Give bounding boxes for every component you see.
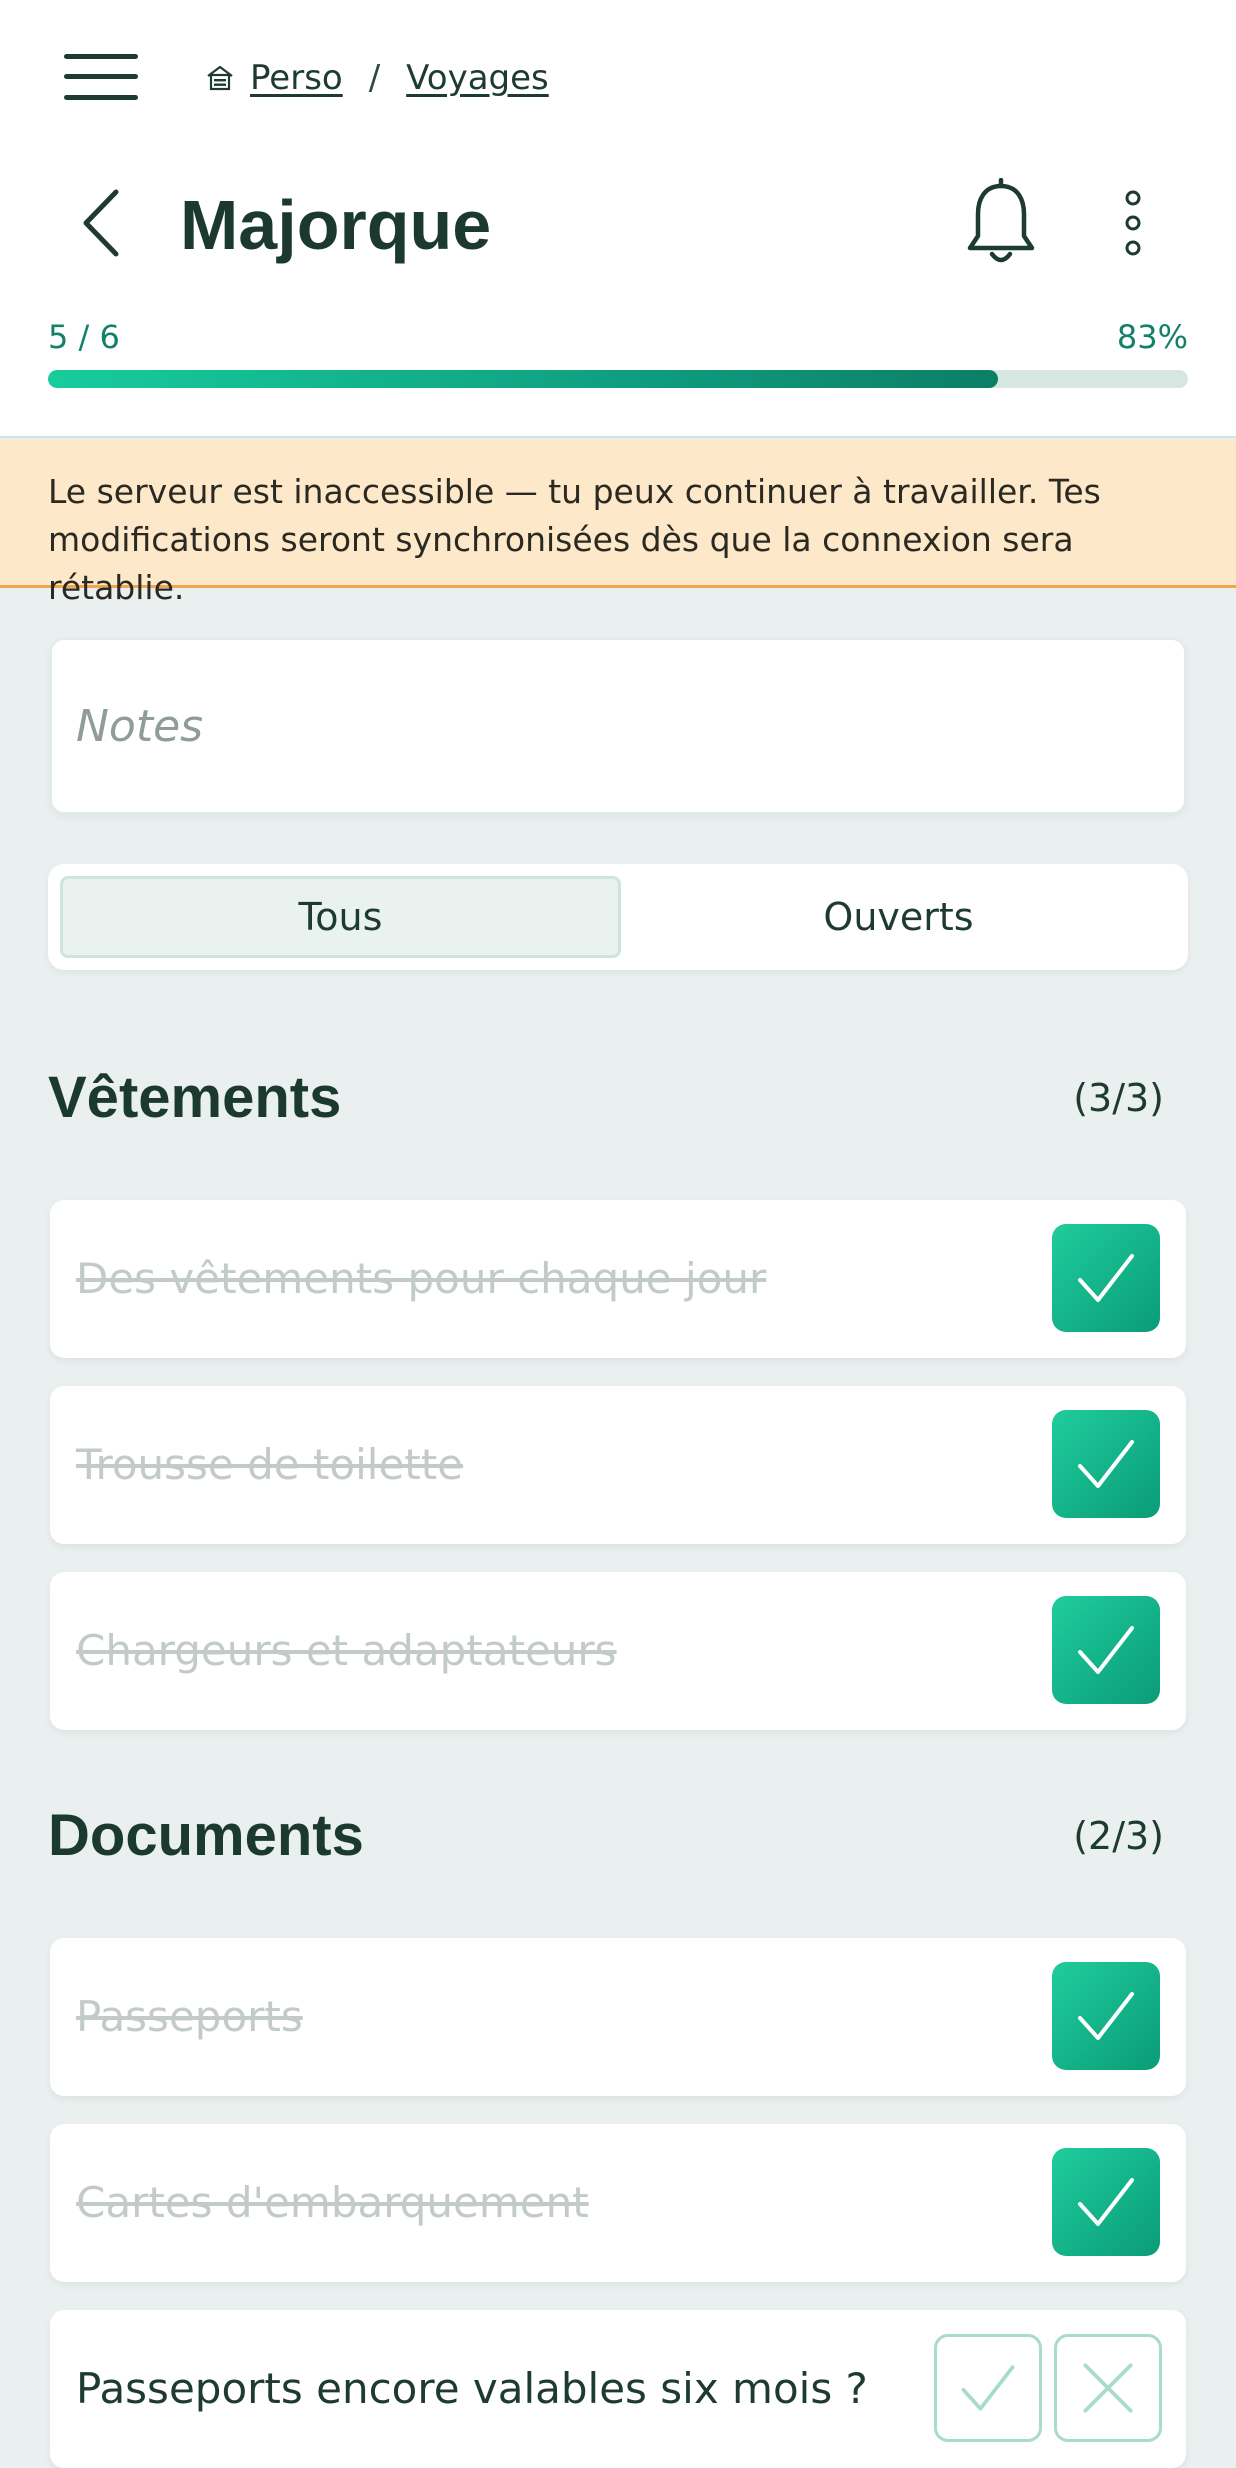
progress-bar-fill [48, 370, 998, 388]
checkmark-icon [961, 2365, 1015, 2411]
section-title: Documents [48, 1803, 364, 1868]
checkbox-checked[interactable] [1052, 1596, 1160, 1704]
checkbox-checked[interactable] [1052, 1410, 1160, 1518]
list-item: Chargeurs et adaptateurs [50, 1572, 1186, 1730]
item-label: Chargeurs et adaptateurs [76, 1626, 617, 1675]
hamburger-icon[interactable] [64, 52, 138, 102]
x-icon [1083, 2363, 1133, 2413]
section-count: (2/3) [1073, 1814, 1164, 1858]
notes-field[interactable] [50, 638, 1186, 814]
item-label: Des vêtements pour chaque jour [76, 1254, 767, 1303]
offline-banner: Le serveur est inaccessible — tu peux co… [0, 440, 1236, 607]
section-title: Vêtements [48, 1065, 342, 1130]
filter-all-button[interactable]: Tous [60, 876, 621, 958]
item-label: Passeports encore valables six mois ? [76, 2364, 868, 2413]
checkbox-checked[interactable] [1052, 1224, 1160, 1332]
chevron-left-icon[interactable] [76, 186, 128, 260]
progress-count: 5 / 6 [48, 318, 120, 356]
notes-input[interactable] [76, 700, 1160, 752]
progress-percent: 83% [1116, 318, 1188, 356]
checkmark-icon [1078, 1992, 1134, 2040]
breadcrumb-link-perso[interactable]: Perso [250, 58, 343, 98]
checkmark-icon [1078, 1254, 1134, 1302]
breadcrumb-link-voyages[interactable]: Voyages [406, 58, 549, 98]
more-vertical-icon[interactable] [1114, 190, 1152, 256]
item-label: Trousse de toilette [76, 1440, 464, 1489]
checkmark-icon [1078, 1440, 1134, 1488]
page-title: Majorque [180, 186, 492, 264]
checkmark-icon [1078, 1626, 1134, 1674]
section-header-vetements: Vêtements (3/3) [48, 1058, 1188, 1138]
reject-button[interactable] [1054, 2334, 1162, 2442]
checkbox-checked[interactable] [1052, 1962, 1160, 2070]
list-item: Cartes d'embarquement [50, 2124, 1186, 2282]
item-label: Cartes d'embarquement [76, 2178, 589, 2227]
filter-segmented-control: Tous Ouverts [48, 864, 1188, 970]
confirm-button[interactable] [934, 2334, 1042, 2442]
checkbox-checked[interactable] [1052, 2148, 1160, 2256]
breadcrumb: Perso / Voyages [204, 56, 549, 100]
item-label: Passeports [76, 1992, 303, 2041]
list-item: Des vêtements pour chaque jour [50, 1200, 1186, 1358]
section-header-documents: Documents (2/3) [48, 1796, 1188, 1876]
progress-bar [48, 370, 1188, 388]
breadcrumb-separator: / [368, 58, 381, 98]
bell-icon[interactable] [962, 178, 1040, 268]
list-item: Passeports [50, 1938, 1186, 2096]
list-item: Passeports encore valables six mois ? [50, 2310, 1186, 2468]
section-count: (3/3) [1073, 1076, 1164, 1120]
home-icon [207, 65, 233, 91]
list-item: Trousse de toilette [50, 1386, 1186, 1544]
filter-open-button[interactable]: Ouverts [621, 876, 1176, 958]
top-bar: Perso / Voyages Majorque 5 / 6 83% [0, 0, 1236, 438]
checkmark-icon [1078, 2178, 1134, 2226]
